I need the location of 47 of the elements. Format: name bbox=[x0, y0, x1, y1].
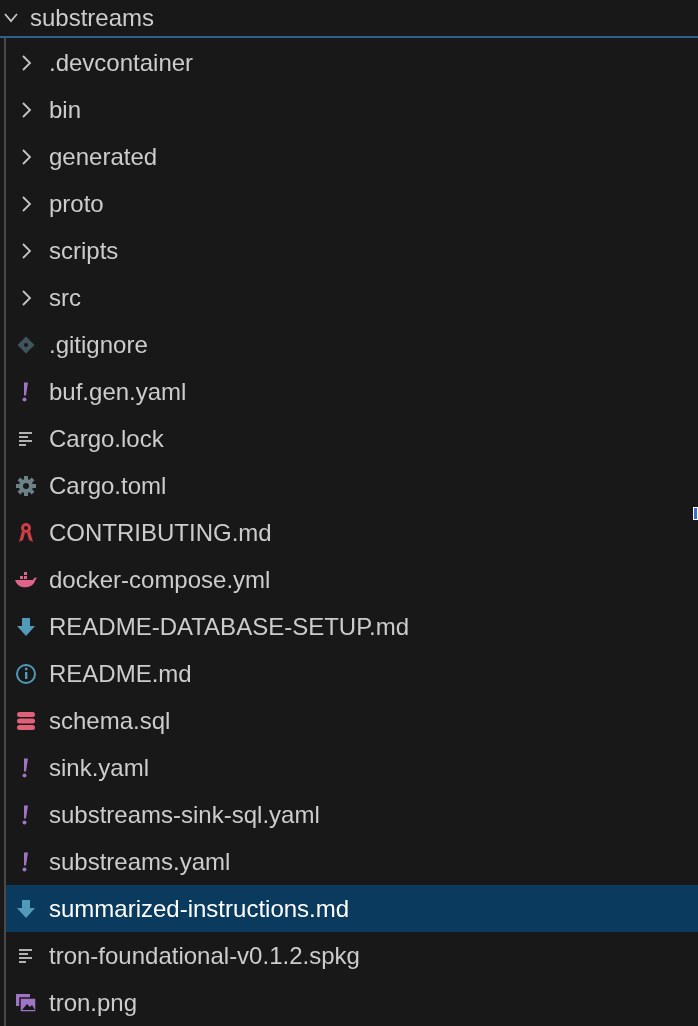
folder-row[interactable]: src bbox=[6, 274, 698, 321]
file-row[interactable]: docker-compose.yml bbox=[6, 556, 698, 603]
info-icon bbox=[14, 661, 38, 686]
file-name: tron.png bbox=[49, 990, 138, 1015]
file-name: substreams-sink-sql.yaml bbox=[49, 802, 320, 827]
file-name: CONTRIBUTING.md bbox=[49, 520, 272, 545]
folder-name: src bbox=[49, 285, 81, 310]
folder-name: generated bbox=[49, 144, 158, 169]
file-row[interactable]: README-DATABASE-SETUP.md bbox=[6, 603, 698, 650]
folder-row[interactable]: generated bbox=[6, 133, 698, 180]
file-row[interactable]: summarized-instructions.md bbox=[6, 885, 698, 932]
file-name: README-DATABASE-SETUP.md bbox=[49, 614, 410, 639]
sash-handle[interactable] bbox=[693, 507, 698, 520]
file-row[interactable]: tron.png bbox=[6, 979, 698, 1026]
file-name: sink.yaml bbox=[49, 755, 150, 780]
gear-icon bbox=[14, 473, 38, 498]
explorer-root-row[interactable]: substreams bbox=[0, 0, 698, 38]
file-name: summarized-instructions.md bbox=[49, 896, 350, 921]
folder-name: .devcontainer bbox=[49, 50, 194, 75]
file-row[interactable]: Cargo.lock bbox=[6, 415, 698, 462]
file-row[interactable]: schema.sql bbox=[6, 697, 698, 744]
file-name: .gitignore bbox=[49, 332, 148, 357]
file-name: README.md bbox=[49, 661, 192, 686]
file-row[interactable]: Cargo.toml bbox=[6, 462, 698, 509]
folder-name: substreams bbox=[30, 6, 155, 30]
file-name: substreams.yaml bbox=[49, 849, 231, 874]
folder-row[interactable]: .devcontainer bbox=[6, 39, 698, 86]
folder-name: bin bbox=[49, 97, 82, 122]
folder-row[interactable]: proto bbox=[6, 180, 698, 227]
folder-name: scripts bbox=[49, 238, 119, 263]
file-name: schema.sql bbox=[49, 708, 171, 733]
folder-row[interactable]: scripts bbox=[6, 227, 698, 274]
file-row[interactable]: sink.yaml bbox=[6, 744, 698, 791]
folder-name: proto bbox=[49, 191, 104, 216]
folder-row[interactable]: bin bbox=[6, 86, 698, 133]
file-name: tron-foundational-v0.1.2.spkg bbox=[49, 943, 360, 968]
file-name: Cargo.toml bbox=[49, 473, 167, 498]
file-row[interactable]: buf.gen.yaml bbox=[6, 368, 698, 415]
file-row[interactable]: substreams-sink-sql.yaml bbox=[6, 791, 698, 838]
file-row[interactable]: README.md bbox=[6, 650, 698, 697]
file-row[interactable]: substreams.yaml bbox=[6, 838, 698, 885]
file-name: buf.gen.yaml bbox=[49, 379, 187, 404]
file-row[interactable]: CONTRIBUTING.md bbox=[6, 509, 698, 556]
file-name: Cargo.lock bbox=[49, 426, 164, 451]
file-row[interactable]: .gitignore bbox=[6, 321, 698, 368]
file-name: docker-compose.yml bbox=[49, 567, 271, 592]
file-row[interactable]: tron-foundational-v0.1.2.spkg bbox=[6, 932, 698, 979]
